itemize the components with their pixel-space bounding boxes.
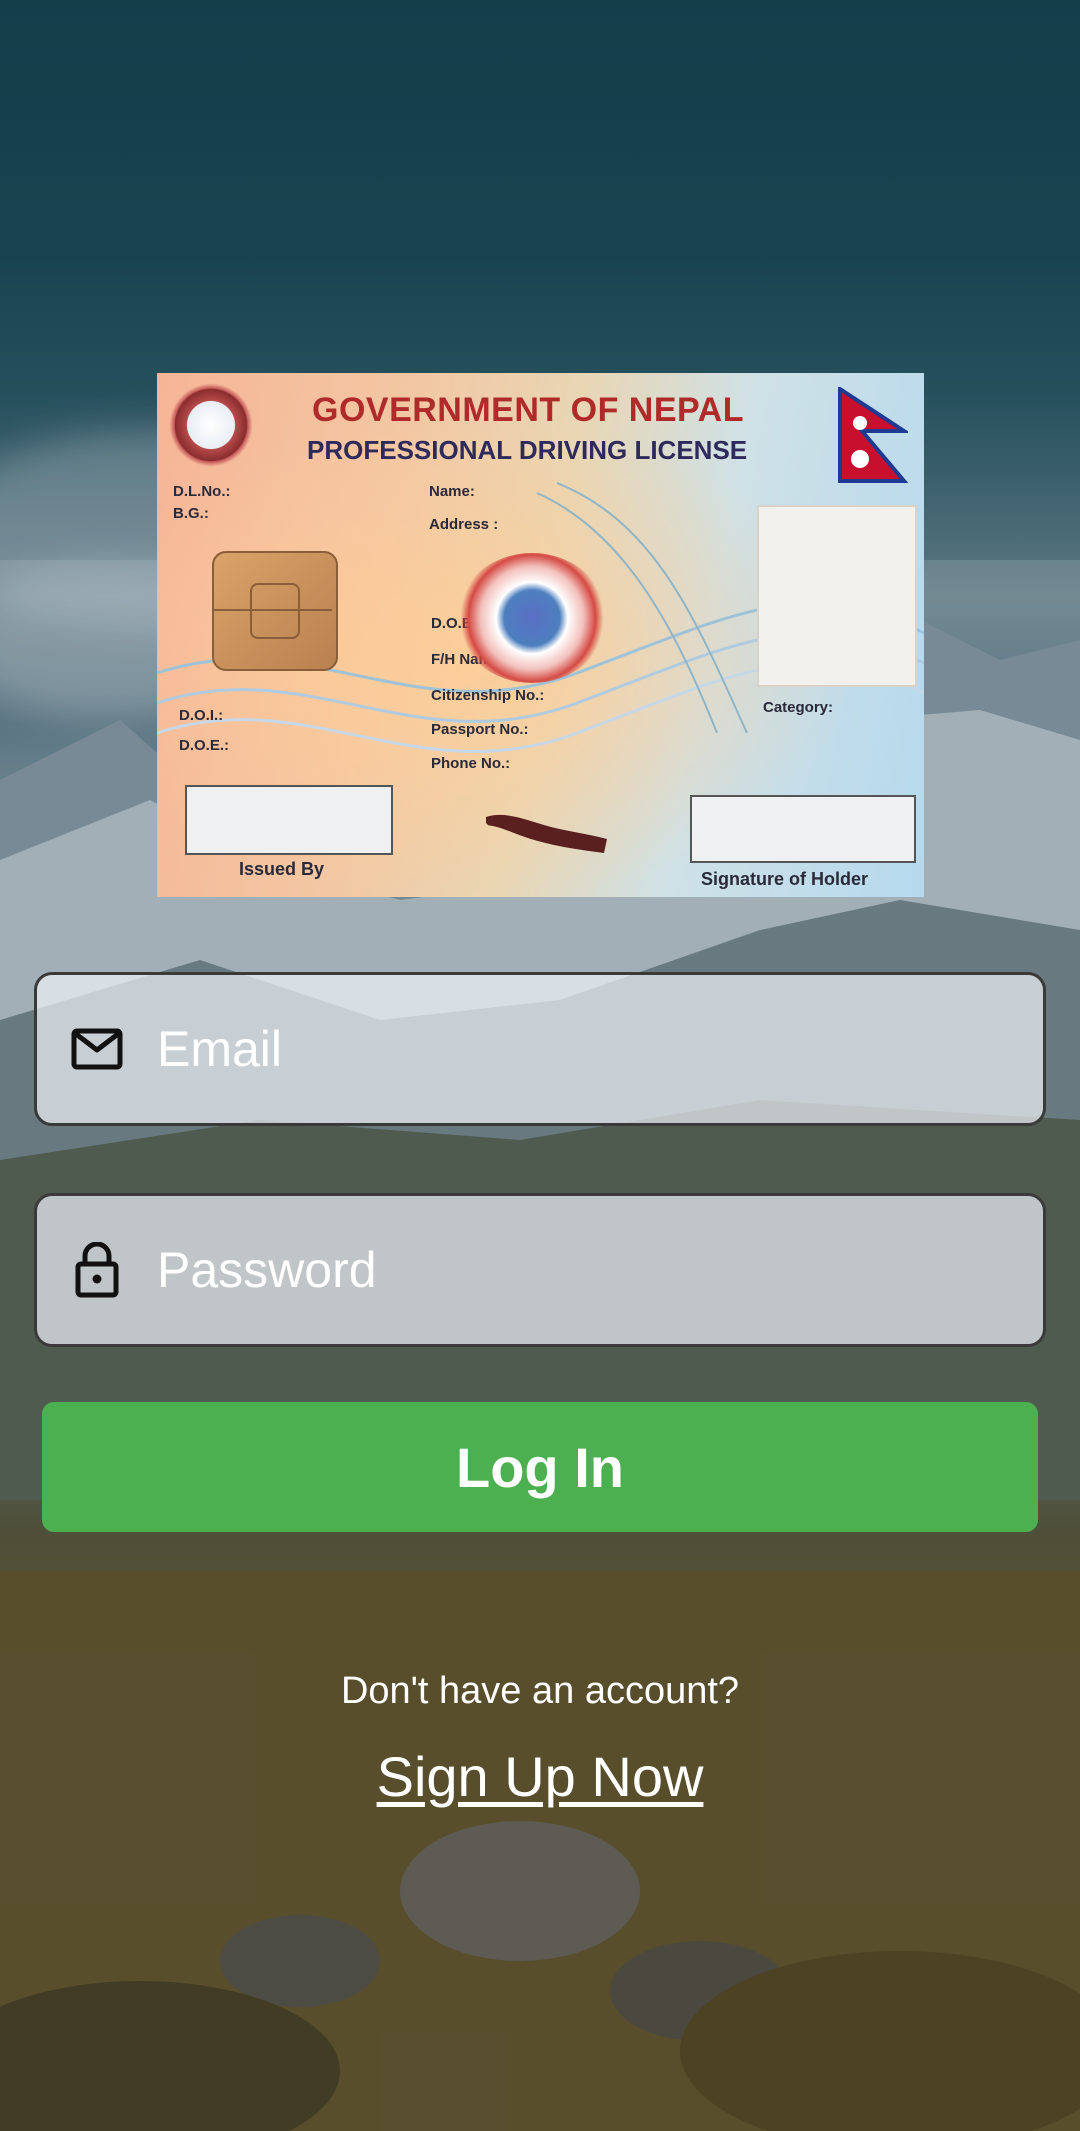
nepal-emblem-small — [169, 383, 253, 467]
card-subtitle: PROFESSIONAL DRIVING LICENSE — [307, 435, 748, 465]
card-label-doe: D.O.E.: — [179, 737, 230, 754]
card-label-category: Category: — [763, 699, 834, 716]
issued-by-box — [185, 785, 393, 855]
card-label-bg: B.G.: — [173, 505, 209, 522]
card-label-signature: Signature of Holder — [701, 869, 869, 889]
email-placeholder: Email — [157, 1021, 283, 1077]
password-placeholder: Password — [157, 1242, 377, 1298]
login-button[interactable]: Log In — [42, 1402, 1038, 1532]
card-photo-placeholder — [757, 505, 917, 687]
nepal-map-icon — [486, 814, 607, 853]
card-label-name: Name: — [429, 483, 475, 500]
card-label-citizenship: Citizenship No.: — [431, 687, 545, 704]
card-label-passport: Passport No.: — [431, 721, 529, 738]
card-label-doi: D.O.I.: — [179, 707, 224, 724]
password-field[interactable]: Password — [34, 1193, 1046, 1347]
mail-icon — [71, 1023, 123, 1075]
no-account-text: Don't have an account? — [340, 1670, 740, 1712]
signature-box — [690, 795, 916, 863]
card-label-issued-by: Issued By — [239, 859, 325, 879]
sign-up-link[interactable]: Sign Up Now — [377, 1745, 704, 1808]
nepal-flag-icon — [838, 387, 908, 483]
driving-license-image: GOVERNMENT OF NEPAL PROFESSIONAL DRIVING… — [157, 373, 924, 897]
lock-open-icon — [71, 1242, 123, 1298]
card-label-phone: Phone No.: — [431, 755, 511, 772]
card-label-address: Address : — [429, 516, 499, 533]
card-label-dl-no: D.L.No.: — [173, 483, 231, 500]
email-field[interactable]: Email — [34, 972, 1046, 1126]
card-title: GOVERNMENT OF NEPAL — [312, 391, 744, 429]
nepal-emblem — [457, 553, 607, 683]
card-chip — [212, 551, 338, 671]
